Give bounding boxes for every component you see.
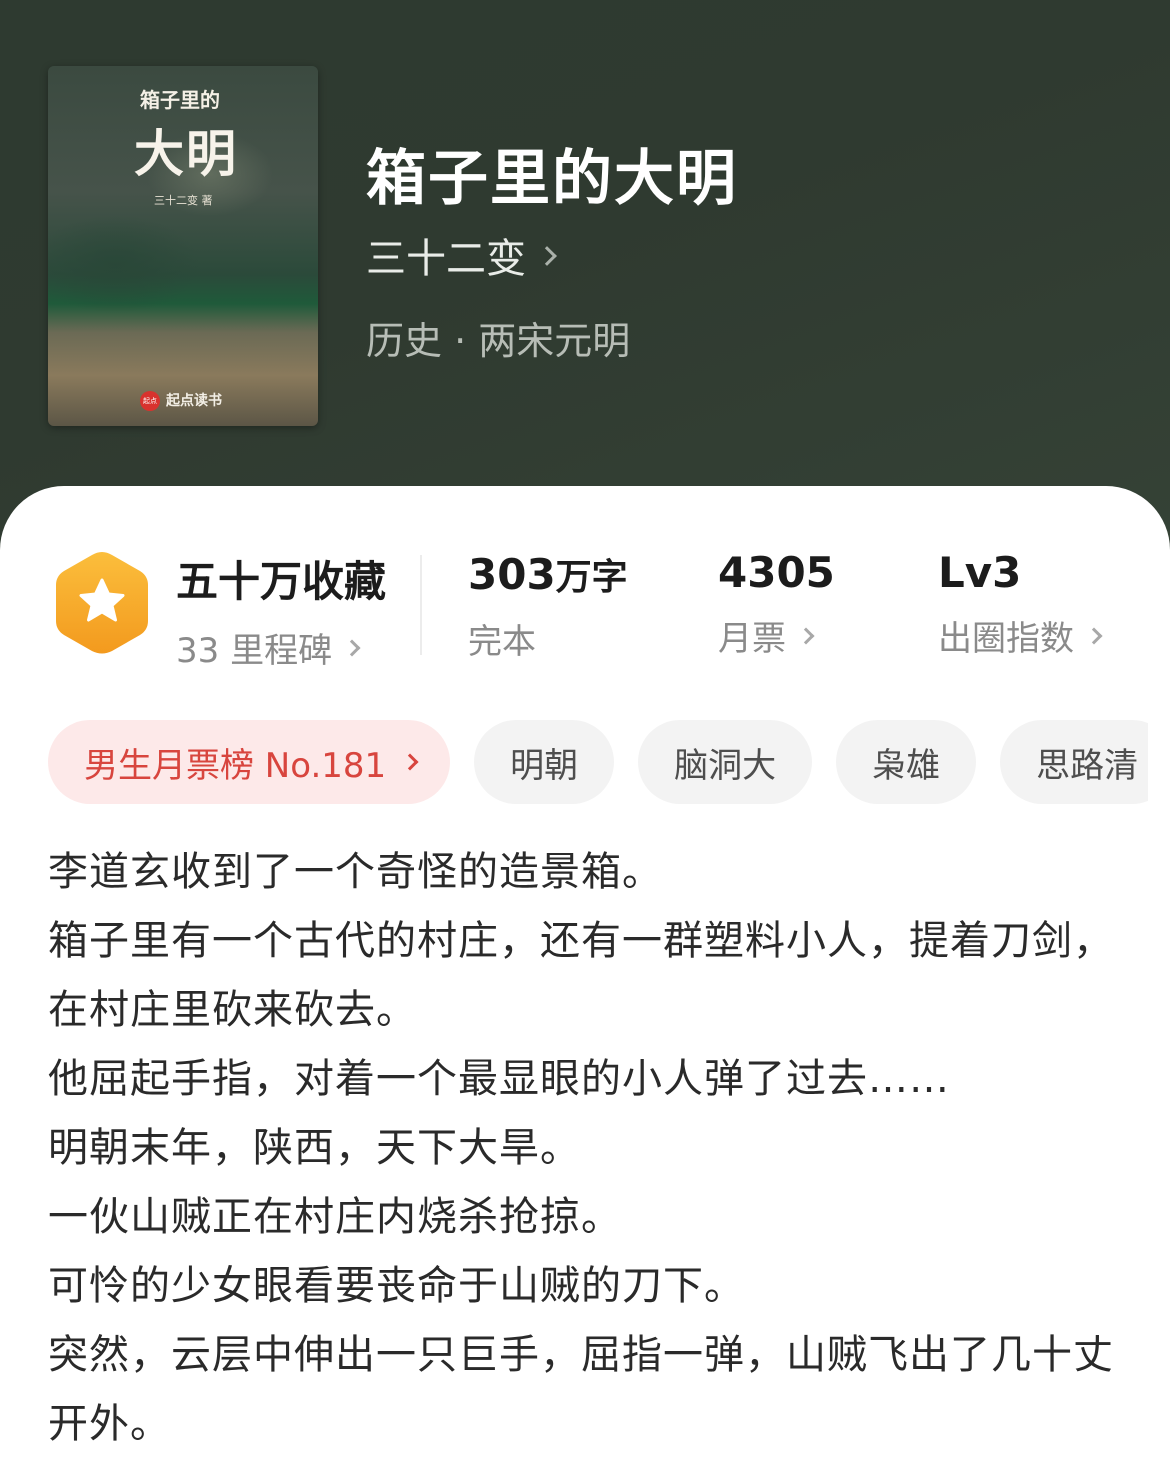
- book-cover[interactable]: 箱子里的 大明 三十二变 著 起点 起点读书: [48, 66, 318, 426]
- milestones-label: 33 里程碑: [176, 631, 333, 671]
- level-label: 出圈指数: [938, 619, 1074, 659]
- chevron-right-icon: [537, 246, 557, 266]
- level-stat[interactable]: Lv3 出圈指数: [938, 548, 1103, 660]
- milestones-link[interactable]: 33 里程碑: [176, 623, 386, 672]
- synopsis-line: 箱子里有一个古代的村庄，还有一群塑料小人，提着刀剑，在村庄里砍来砍去。: [48, 918, 1114, 1033]
- book-title: 箱子里的大明: [366, 144, 738, 214]
- tag-list: 男生月票榜 No.181 明朝 脑洞大 枭雄 思路清: [48, 720, 1148, 804]
- chevron-right-icon: [1085, 627, 1103, 644]
- word-count-value: 303: [468, 550, 556, 599]
- book-header: 箱子里的 大明 三十二变 著 起点 起点读书 箱子里的大明 三十二变 历史 · …: [0, 0, 1170, 560]
- publisher-logo-icon: 起点: [140, 391, 160, 411]
- tag-chip[interactable]: 脑洞大: [638, 720, 813, 804]
- stat-divider: [420, 555, 422, 655]
- chevron-right-icon: [401, 753, 419, 771]
- synopsis-line: 他屈起手指，对着一个最显眼的小人弹了过去……: [48, 1056, 950, 1102]
- monthly-votes-value: 4305: [718, 548, 835, 597]
- rank-tag[interactable]: 男生月票榜 No.181: [48, 720, 451, 804]
- synopsis-line: 突然，云层中伸出一只巨手，屈指一弹，山贼飞出了几十丈开外。: [48, 1332, 1114, 1447]
- collections-stat[interactable]: 五十万收藏 33 里程碑: [176, 548, 386, 672]
- cover-small-title: 箱子里的: [140, 88, 220, 112]
- synopsis[interactable]: 李道玄收到了一个奇怪的造景箱。 箱子里有一个古代的村庄，还有一群塑料小人，提着刀…: [48, 838, 1128, 1459]
- status-label: 完本: [468, 622, 536, 662]
- monthly-votes-label: 月票: [718, 619, 786, 659]
- tag-chip[interactable]: 思路清: [1000, 720, 1148, 804]
- chevron-right-icon: [343, 639, 361, 656]
- chevron-right-icon: [797, 627, 815, 644]
- word-count-stat: 303万字 完本: [468, 548, 628, 663]
- star-hexagon-icon[interactable]: [52, 548, 152, 658]
- cover-big-title: 大明: [134, 125, 238, 183]
- synopsis-line: 一伙山贼正在村庄内烧杀抢掠。: [48, 1194, 622, 1240]
- monthly-votes-stat[interactable]: 4305 月票: [718, 548, 835, 660]
- cover-publisher: 起点读书: [166, 393, 222, 409]
- word-count-unit: 万字: [555, 557, 628, 598]
- author-name: 三十二变: [366, 236, 526, 282]
- collections-value: 五十万收藏: [176, 557, 387, 606]
- tag-chip[interactable]: 明朝: [474, 720, 615, 804]
- rank-tag-label: 男生月票榜 No.181: [84, 745, 387, 786]
- cover-author: 三十二变 著: [154, 194, 213, 207]
- author-link[interactable]: 三十二变: [366, 226, 557, 284]
- synopsis-line: 可怜的少女眼看要丧命于山贼的刀下。: [48, 1263, 745, 1309]
- synopsis-line: 李道玄收到了一个奇怪的造景箱。: [48, 849, 663, 895]
- level-value: Lv3: [938, 548, 1022, 597]
- synopsis-line: 明朝末年，陕西，天下大旱。: [48, 1125, 581, 1171]
- tag-chip[interactable]: 枭雄: [836, 720, 977, 804]
- genre-label: 历史 · 两宋元明: [366, 319, 631, 363]
